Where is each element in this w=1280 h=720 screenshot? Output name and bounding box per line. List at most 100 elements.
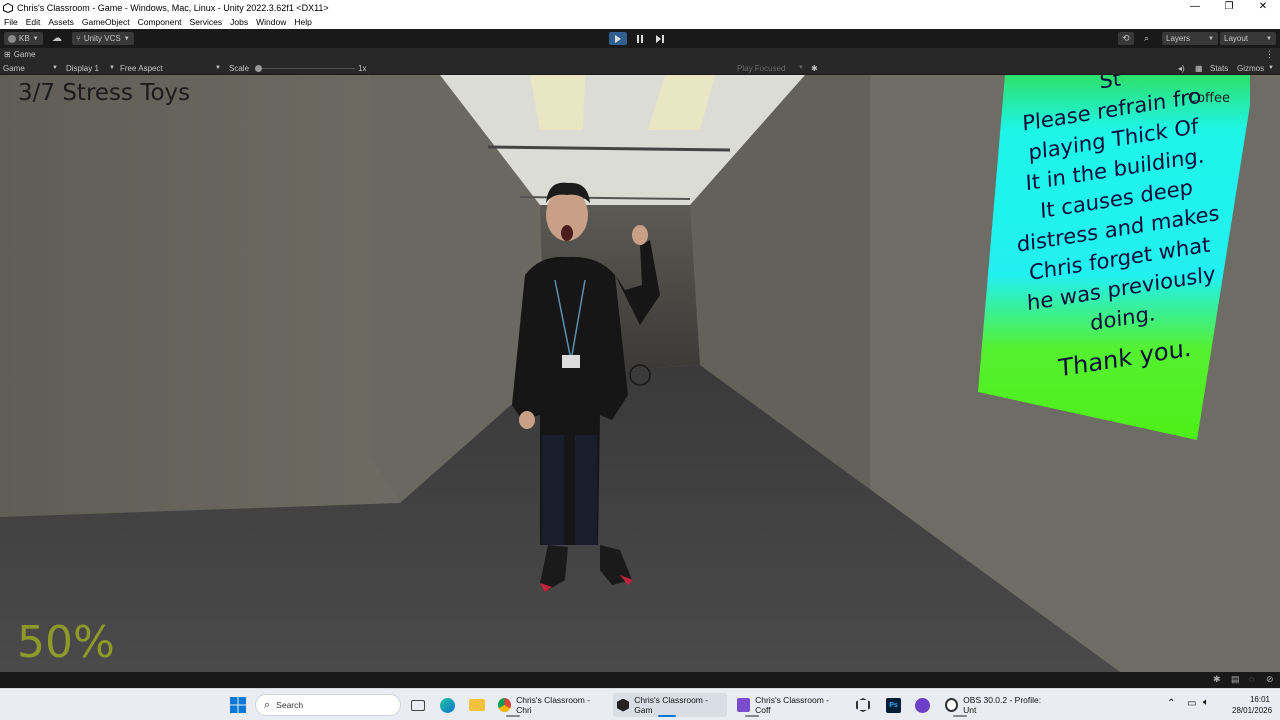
chrome-icon [498,698,512,712]
chevron-down-icon: ▼ [32,35,39,42]
taskbar-search-box[interactable]: ⌕ Search [255,694,401,716]
menu-window[interactable]: Window [256,17,286,27]
cloud-icon: ☁ [52,33,62,44]
search-icon: ⌕ [264,698,271,711]
unity-hub-icon [856,698,870,712]
menu-edit[interactable]: Edit [26,17,41,27]
taskbar-app-label: Chris's Classroom - Gam [634,695,709,715]
menu-assets[interactable]: Assets [48,17,74,27]
task-view-button[interactable] [407,693,429,717]
window-titlebar: Chris's Classroom - Game - Windows, Mac,… [0,0,1280,15]
notice-sign-text: St Please refrain fro playing Thick Of I… [985,75,1252,432]
play-focused-dropdown[interactable]: Play Focused [737,64,785,73]
search-icon: ⌕ [1144,33,1150,43]
close-button[interactable]: ✕ [1246,0,1280,15]
menu-gameobject[interactable]: GameObject [82,17,130,27]
account-dropdown[interactable]: KB ▼ [4,32,43,45]
game-view-toolbar: Game ▼ Display 1 ▼ Free Aspect ▼ Scale 1… [0,62,1280,75]
menu-jobs[interactable]: Jobs [230,17,248,27]
debug-icon[interactable]: ✱ [1213,674,1221,685]
scale-value: 1x [358,64,367,73]
history-button[interactable]: ⟲ [1118,32,1134,45]
layout-dropdown[interactable]: Layout ▼ [1220,32,1276,45]
chevron-down-icon: ▼ [109,65,115,71]
minimize-button[interactable]: — [1178,0,1212,15]
taskbar-app-visual-studio[interactable]: Chris's Classroom - Coff [733,693,845,717]
taskbar-photoshop[interactable]: Ps [882,693,905,717]
branch-icon: ⑂ [76,34,81,43]
view-mode-dropdown[interactable]: Game [3,64,25,73]
taskbar-app-unity[interactable]: Chris's Classroom - Gam [613,693,727,717]
mute-audio-icon[interactable]: ◂) [1178,64,1185,73]
visual-studio-icon [737,698,751,712]
taskbar-app-label: Chris's Classroom - Coff [755,695,829,715]
edge-icon [440,697,455,713]
gizmos-button[interactable]: Gizmos [1237,64,1264,73]
taskbar-app-label: OBS 30.0.2 - Profile: Unt [963,695,1042,715]
aspect-dropdown[interactable]: Free Aspect [120,64,163,73]
pause-button[interactable] [631,32,649,45]
chevron-down-icon: ▼ [1208,35,1214,42]
tab-game[interactable]: ⊞ Game [4,50,36,59]
notification-icon[interactable]: ⊘ [1266,674,1274,685]
game-viewport[interactable]: 3/7 Stress Toys 50% Coffee St Please ref… [0,75,1280,672]
chevron-down-icon: ▼ [123,35,130,42]
unity-toolbar: KB ▼ ☁ ⑂ Unity VCS ▼ ⟲ ⌕ Layers ▼ Layout… [0,29,1280,48]
game-tab-bar: ⊞ Game ⋮ [0,48,1280,62]
taskbar-github[interactable] [911,693,934,717]
network-icon[interactable]: ▭ [1187,698,1196,709]
progress-icon[interactable]: ◌ [1249,674,1254,684]
layers-dropdown[interactable]: Layers ▼ [1162,32,1218,45]
start-button[interactable] [226,693,250,717]
play-button[interactable] [609,32,627,45]
more-options-icon[interactable]: ⋮ [1265,49,1274,60]
menu-component[interactable]: Component [138,17,182,27]
clock-time: 16:01 [1249,695,1270,704]
account-icon [8,34,16,43]
unity-icon [617,698,630,712]
scale-label: Scale [229,64,250,73]
maximize-button[interactable]: ❐ [1212,0,1246,15]
play-icon [615,34,621,43]
taskbar-app-label: Chris's Classroom - Chri [516,695,590,715]
taskbar-app-obs[interactable]: OBS 30.0.2 - Profile: Unt [941,693,1053,717]
cache-icon[interactable]: ▤ [1231,674,1240,685]
step-button[interactable] [651,32,669,45]
bug-icon[interactable]: ✱ [811,64,818,73]
tab-game-label: Game [13,50,36,59]
chevron-down-icon: ▼ [1266,35,1272,42]
account-label: KB [19,34,30,43]
windows-taskbar: ⌕ Search Chris's Classroom - Chri Chris'… [0,688,1280,720]
display-dropdown[interactable]: Display 1 [66,64,99,73]
folder-icon [469,699,485,711]
cloud-button[interactable]: ☁ [48,32,66,45]
stress-toys-counter: 3/7 Stress Toys [18,80,191,106]
taskbar-edge[interactable] [436,693,459,717]
chevron-down-icon: ▼ [1268,65,1274,71]
taskbar-file-explorer[interactable] [465,693,489,717]
menu-bar: File Edit Assets GameObject Component Se… [0,15,1280,29]
taskbar-app-chrome[interactable]: Chris's Classroom - Chri [494,693,606,717]
scale-slider[interactable] [255,65,355,72]
windows-logo-icon [230,697,246,713]
chevron-up-icon[interactable]: ⌃ [1167,698,1175,709]
taskbar-unity-hub[interactable] [852,693,874,717]
clock-date: 28/01/2026 [1232,706,1273,715]
window-title: Chris's Classroom - Game - Windows, Mac,… [17,2,329,13]
chevron-down-icon: ▼ [215,65,221,71]
vcs-dropdown[interactable]: ⑂ Unity VCS ▼ [72,32,134,45]
clock[interactable]: 16:01 28/01/2026 [1232,694,1273,716]
unity-logo-icon [3,2,13,13]
game-controller-icon: ⊞ [4,50,11,59]
stats-button[interactable]: Stats [1210,64,1228,73]
step-icon [655,34,664,43]
menu-services[interactable]: Services [190,17,223,27]
unity-status-bar: ✱ ▤ ◌ ⊘ [0,672,1280,688]
shortcut-icon[interactable]: ▦ [1195,64,1203,73]
menu-help[interactable]: Help [294,17,311,27]
menu-file[interactable]: File [4,17,18,27]
search-button[interactable]: ⌕ [1140,32,1153,45]
obs-icon [945,698,959,712]
volume-icon[interactable]: 🔈︎ [1203,697,1209,708]
scale-slider-handle[interactable] [255,65,262,72]
